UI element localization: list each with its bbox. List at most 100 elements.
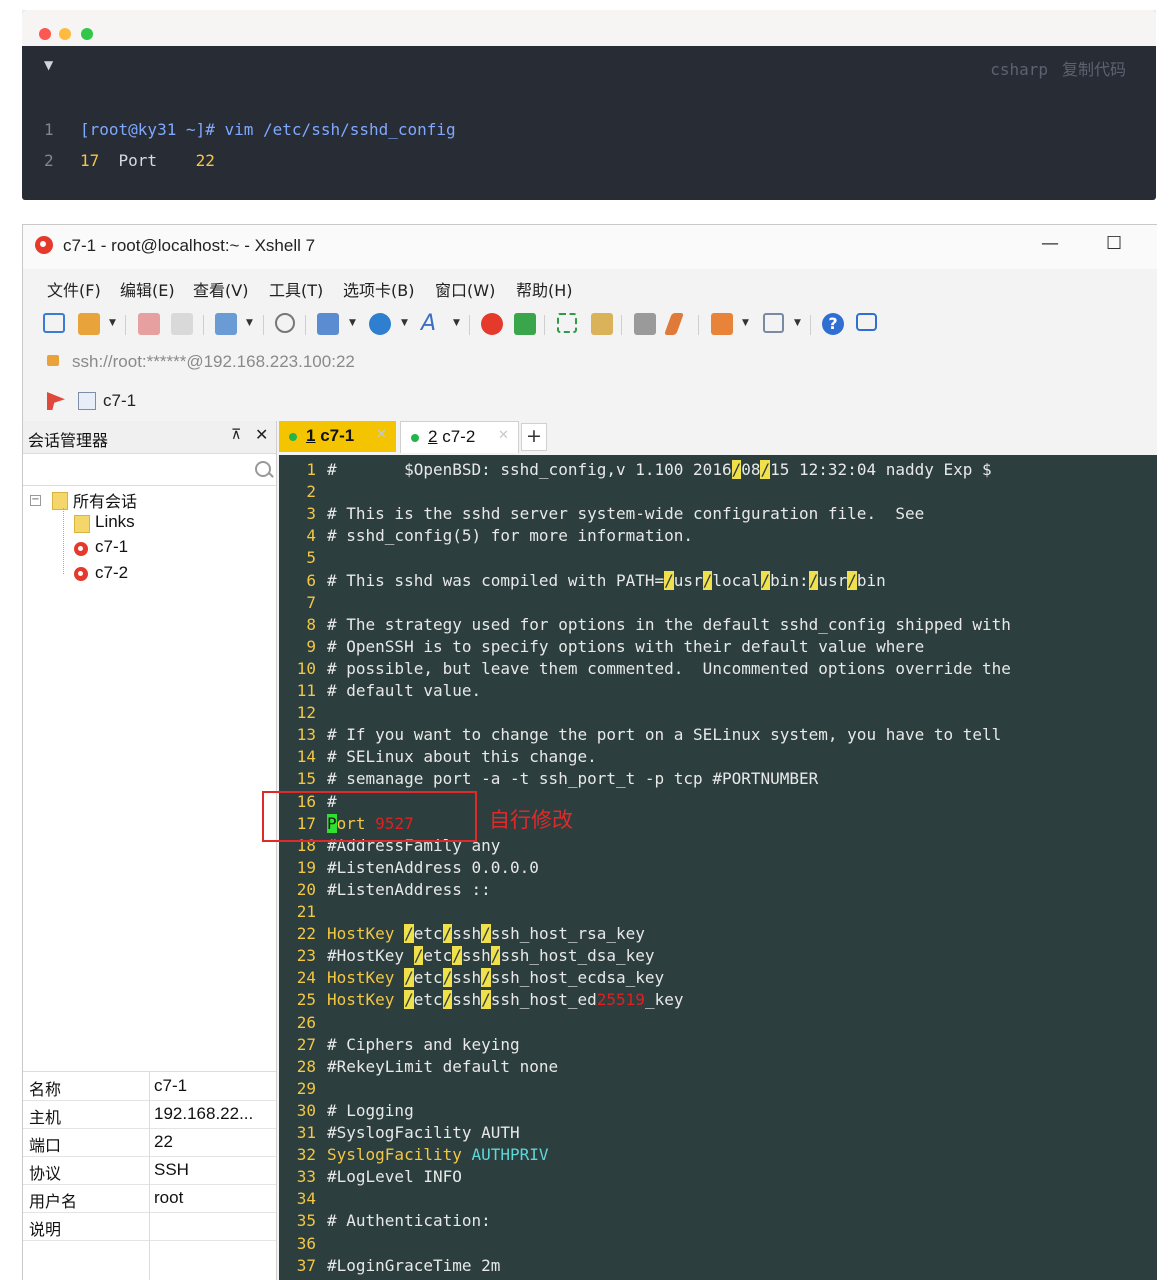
terminal-line-number: 21 — [296, 902, 316, 921]
terminal-line-text: #ListenAddress :: — [327, 879, 491, 899]
menu-file[interactable]: 文件(F) — [47, 277, 101, 301]
layout-icon[interactable] — [763, 313, 784, 333]
help-icon[interactable]: ? — [822, 313, 844, 335]
add-icon[interactable] — [711, 313, 733, 335]
folder-icon — [74, 515, 90, 533]
terminal-line-number: 9 — [306, 636, 316, 656]
new-tab-button[interactable]: + — [521, 423, 547, 451]
session-search-input[interactable] — [23, 455, 276, 486]
terminal-line-number: 10 — [296, 658, 316, 678]
tab-c7-1[interactable]: 1 c7-1 ✕ — [279, 421, 396, 452]
maximize-dot-icon — [81, 28, 93, 40]
compose-icon[interactable] — [663, 313, 685, 335]
transfer-icon[interactable] — [317, 313, 339, 335]
terminal-line-number: 12 — [296, 703, 316, 723]
address-bar[interactable]: ssh://root:******@192.168.223.100:22 — [23, 347, 1157, 379]
terminal-line-number: 14 — [296, 747, 316, 767]
terminal-line-text: #SyslogFacility AUTH — [327, 1123, 520, 1142]
address-text[interactable]: ssh://root:******@192.168.223.100:22 — [72, 352, 355, 372]
close-panel-button[interactable]: ✕ — [255, 425, 268, 444]
terminal-line-number: 6 — [306, 570, 316, 590]
terminal[interactable]: 1 # $OpenBSD: sshd_config,v 1.100 2016/08… — [279, 455, 1157, 1280]
prop-key: 主机 — [29, 1108, 62, 1127]
transfer-dropdown-icon[interactable]: ▼ — [349, 318, 356, 328]
fullscreen-icon[interactable] — [557, 313, 577, 333]
menu-help[interactable]: 帮助(H) — [516, 277, 573, 301]
terminal-line-number: 31 — [296, 1123, 316, 1142]
prop-key: 协议 — [29, 1164, 62, 1183]
font-icon[interactable]: A — [421, 313, 443, 335]
menu-edit[interactable]: 编辑(E) — [120, 277, 175, 301]
lock-icon — [47, 355, 59, 366]
tree-item-c7-1[interactable]: c7-1 — [95, 537, 128, 557]
prop-divider — [149, 1071, 150, 1280]
session-manager-title: 会话管理器 — [28, 431, 109, 450]
tree-item-c7-2[interactable]: c7-2 — [95, 563, 128, 583]
properties-dropdown-icon[interactable]: ▼ — [246, 318, 253, 328]
terminal-line-text: # If you want to change the port on a SE… — [327, 725, 1002, 745]
lock-icon[interactable] — [591, 313, 613, 335]
menu-view[interactable]: 查看(V) — [193, 277, 248, 301]
terminal-line-number: 29 — [296, 1078, 316, 1098]
layout-dropdown-icon[interactable]: ▼ — [794, 318, 801, 328]
menu-tools[interactable]: 工具(T) — [269, 277, 323, 301]
font-dropdown-icon[interactable]: ▼ — [453, 318, 460, 328]
terminal-line-text: #ListenAddress 0.0.0.0 — [327, 857, 539, 877]
session-manager: 会话管理器 ⊼ ✕ − 所有会话 Links c7-1 c7-2 名称 c7-1 … — [23, 421, 277, 1280]
new-session-icon[interactable] — [43, 313, 65, 333]
terminal-line-number: 15 — [296, 769, 316, 789]
code-line-text: [root@ky31 ~]# vim /etc/ssh/sshd_config — [80, 120, 456, 139]
bookmark-flag-icon[interactable] — [47, 392, 65, 410]
open-dropdown-icon[interactable]: ▼ — [109, 318, 116, 328]
tree-item-links[interactable]: Links — [95, 512, 135, 532]
minimize-button[interactable]: — — [1041, 233, 1059, 254]
close-tab-icon[interactable]: ✕ — [376, 427, 387, 442]
xftp-icon[interactable] — [514, 313, 536, 335]
tab-c7-2[interactable]: 2 c7-2 ✕ — [400, 421, 519, 453]
open-folder-icon[interactable] — [78, 313, 100, 335]
prop-key: 说明 — [29, 1220, 62, 1239]
quick-session-label[interactable]: c7-1 — [103, 391, 136, 411]
tree-collapse-icon[interactable]: − — [30, 495, 41, 506]
code-block-header — [22, 10, 1156, 46]
chat-icon[interactable] — [856, 313, 877, 331]
shortcut-icon[interactable] — [78, 392, 96, 410]
menu-window[interactable]: 窗口(W) — [435, 277, 495, 301]
terminal-line-text: # sshd_config(5) for more information. — [327, 526, 694, 546]
properties-icon[interactable] — [215, 313, 237, 335]
code-line-number: 2 — [44, 151, 54, 170]
terminal-line-number: 22 — [296, 924, 316, 944]
collapse-caret-icon[interactable]: ▼ — [44, 58, 53, 72]
menu-tabs[interactable]: 选项卡(B) — [343, 277, 414, 301]
add-dropdown-icon[interactable]: ▼ — [742, 318, 749, 328]
disconnect-icon[interactable] — [171, 313, 193, 335]
folder-icon — [52, 492, 68, 510]
close-tab-icon[interactable]: ✕ — [498, 428, 509, 443]
maximize-button[interactable]: ☐ — [1106, 233, 1122, 254]
globe-dropdown-icon[interactable]: ▼ — [401, 318, 408, 328]
title-bar: c7-1 - root@localhost:~ - Xshell 7 — ☐ — [23, 225, 1157, 269]
tree-root-all-sessions[interactable]: 所有会话 — [73, 488, 137, 512]
terminal-line-text: # The strategy used for options in the d… — [327, 614, 1011, 634]
toolbar-separator — [544, 315, 545, 335]
tree-line — [63, 508, 64, 574]
reconnect-icon[interactable] — [138, 313, 160, 335]
copy-code-button[interactable]: 复制代码 — [1062, 60, 1126, 79]
find-icon[interactable] — [275, 313, 295, 333]
prop-key: 用户名 — [29, 1192, 78, 1211]
connected-dot-icon — [411, 434, 419, 442]
terminal-line-number: 2 — [306, 482, 316, 502]
terminal-line-number: 25 — [296, 990, 316, 1010]
terminal-line-text: # This sshd was compiled with PATH=/usr/… — [327, 570, 886, 590]
menu-bar: 文件(F) 编辑(E) 查看(V) 工具(T) 选项卡(B) 窗口(W) 帮助(… — [23, 269, 1157, 305]
keyboard-icon[interactable] — [634, 313, 656, 335]
toolbar-separator — [125, 315, 126, 335]
quick-bar: c7-1 — [23, 385, 1157, 419]
pin-icon[interactable]: ⊼ — [231, 427, 241, 443]
globe-icon[interactable] — [369, 313, 391, 335]
xshell-icon[interactable] — [481, 313, 503, 335]
toolbar-separator — [305, 315, 306, 335]
terminal-line-text: #LogLevel INFO — [327, 1167, 462, 1187]
terminal-line-number: 23 — [296, 946, 316, 966]
search-icon[interactable] — [255, 461, 271, 477]
